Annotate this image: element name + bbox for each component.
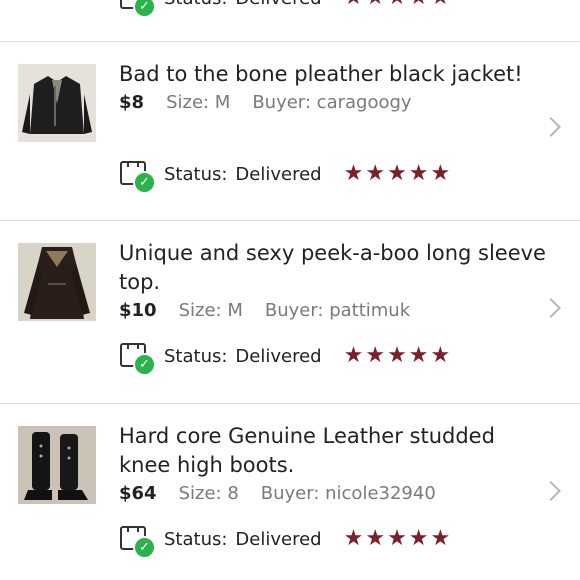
item-thumbnail	[18, 426, 96, 504]
previous-status-row: ✓ Status: Delivered ★ ★ ★ ★ ★	[118, 0, 451, 18]
chevron-right-icon[interactable]	[541, 117, 561, 137]
star-icon: ★	[430, 343, 451, 368]
star-icon: ★	[387, 526, 407, 551]
item-meta: $10 Size: M Buyer: pattimuk	[119, 300, 432, 321]
star-icon: ★	[431, 0, 451, 9]
item-size: Size: M	[166, 92, 231, 113]
order-item[interactable]: Bad to the bone pleather black jacket! $…	[0, 42, 580, 220]
delivered-package-icon: ✓	[118, 158, 156, 194]
item-size: Size: 8	[178, 483, 239, 504]
item-price: $10	[119, 300, 157, 321]
delivered-package-icon: ✓	[118, 0, 156, 18]
item-price: $64	[119, 483, 157, 504]
star-icon: ★	[365, 526, 386, 551]
star-icon: ★	[365, 0, 385, 9]
item-thumbnail	[18, 64, 96, 142]
order-item[interactable]: Unique and sexy peek-a-boo long sleeve t…	[0, 221, 580, 403]
rating-stars: ★ ★ ★ ★ ★	[344, 528, 451, 550]
star-icon: ★	[408, 161, 429, 186]
delivered-package-icon: ✓	[118, 523, 156, 559]
star-icon: ★	[344, 0, 364, 9]
status-value: Delivered	[235, 528, 322, 550]
item-meta: $8 Size: M Buyer: caragoogy	[119, 92, 434, 113]
star-icon: ★	[365, 161, 386, 186]
star-icon: ★	[409, 0, 429, 9]
star-icon: ★	[408, 526, 429, 551]
star-icon: ★	[343, 161, 364, 186]
item-buyer: Buyer: pattimuk	[264, 300, 411, 321]
star-icon: ★	[387, 161, 407, 186]
rating-stars: ★ ★ ★ ★ ★	[344, 345, 451, 367]
star-icon: ★	[430, 161, 451, 186]
item-title: Unique and sexy peek-a-boo long sleeve t…	[119, 241, 546, 294]
item-thumbnail	[18, 243, 96, 321]
status-label: Status:	[164, 163, 228, 185]
star-icon: ★	[387, 0, 407, 9]
sales-list: ✓ Status: Delivered ★ ★ ★ ★ ★ Bad to the…	[0, 0, 580, 580]
item-buyer: Buyer: caragoogy	[252, 92, 412, 113]
item-title: Hard core Genuine Leather studded knee h…	[119, 424, 495, 477]
status-label: Status:	[164, 345, 228, 367]
rating-stars: ★ ★ ★ ★ ★	[344, 163, 451, 185]
item-title: Bad to the bone pleather black jacket!	[119, 62, 523, 86]
star-icon: ★	[387, 343, 407, 368]
status-row: ✓ Status: Delivered ★ ★ ★ ★ ★	[118, 340, 451, 376]
star-icon: ★	[430, 526, 451, 551]
chevron-right-icon[interactable]	[541, 481, 561, 501]
status-row: ✓ Status: Delivered ★ ★ ★ ★ ★	[118, 523, 451, 559]
star-icon: ★	[343, 526, 364, 551]
status-label: Status:	[164, 0, 227, 9]
status-value: Delivered	[235, 163, 322, 185]
item-buyer: Buyer: nicole32940	[260, 483, 436, 504]
item-price: $8	[119, 92, 145, 113]
item-meta: $64 Size: 8 Buyer: nicole32940	[119, 483, 458, 504]
rating-stars: ★ ★ ★ ★ ★	[344, 0, 451, 9]
status-label: Status:	[164, 528, 228, 550]
status-row: ✓ Status: Delivered ★ ★ ★ ★ ★	[118, 158, 451, 194]
status-value: Delivered	[235, 345, 322, 367]
item-size: Size: M	[178, 300, 243, 321]
chevron-right-icon[interactable]	[541, 298, 561, 318]
star-icon: ★	[365, 343, 386, 368]
star-icon: ★	[343, 343, 364, 368]
status-value: Delivered	[235, 0, 321, 9]
star-icon: ★	[408, 343, 429, 368]
order-item[interactable]: Hard core Genuine Leather studded knee h…	[0, 404, 580, 580]
delivered-package-icon: ✓	[118, 340, 156, 376]
